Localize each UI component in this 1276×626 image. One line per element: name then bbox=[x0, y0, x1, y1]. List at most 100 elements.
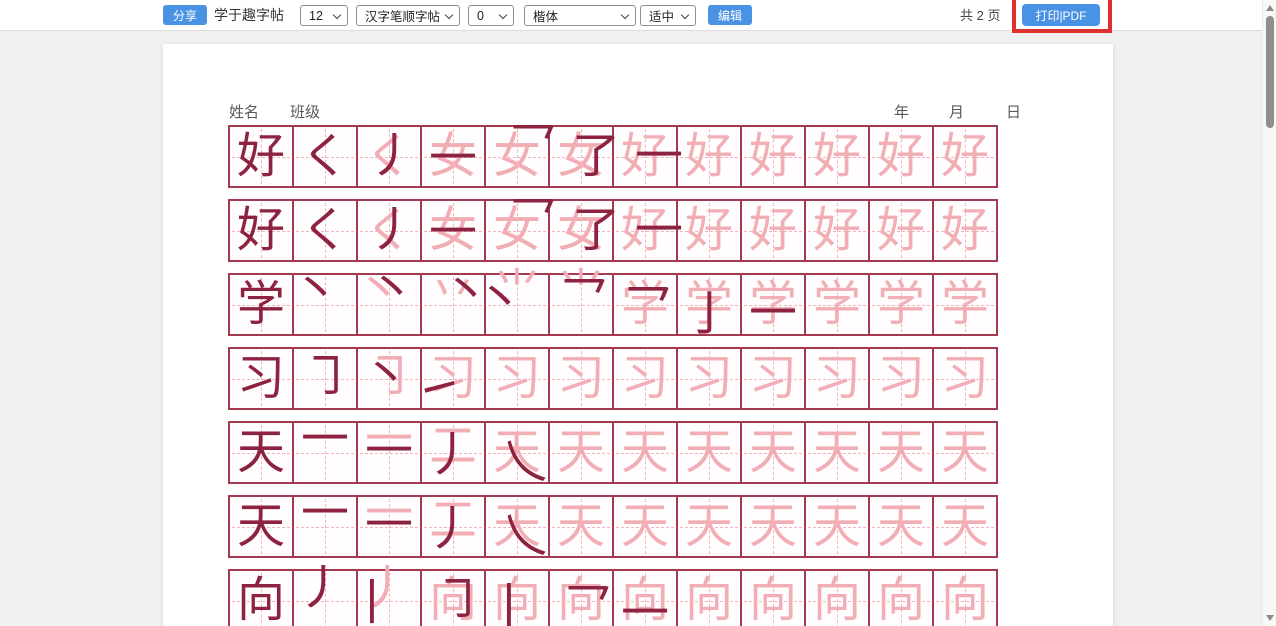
scroll-thumb[interactable] bbox=[1266, 16, 1274, 128]
grid-cell: 天 bbox=[933, 496, 997, 557]
model-stroke: 丶 bbox=[368, 266, 416, 314]
grid-cell: 天 bbox=[741, 496, 805, 557]
grid-row: 向丿丿丨向㇆向丨向乛向一向向向向向 bbox=[228, 569, 998, 626]
font-select[interactable]: 楷体 bbox=[524, 5, 636, 26]
trace-stroke: 习 bbox=[621, 355, 669, 403]
chars-per-row-select[interactable]: 12 bbox=[300, 5, 348, 26]
grid-cell: 向㇆ bbox=[421, 570, 485, 626]
model-stroke: 乛 bbox=[564, 584, 612, 626]
chevron-down-icon bbox=[621, 11, 629, 19]
grid-cell: 向 bbox=[677, 570, 741, 626]
grid-cell: 好 bbox=[869, 200, 933, 261]
grid-cell: 女乛 bbox=[485, 126, 549, 187]
model-stroke: 向 bbox=[237, 577, 285, 625]
trace-stroke: 天 bbox=[749, 429, 797, 477]
scroll-up-icon[interactable] bbox=[1266, 5, 1274, 11]
grid-cell: 习 bbox=[869, 348, 933, 409]
grid-cell: 好 bbox=[933, 200, 997, 261]
grid-cell: 天 bbox=[869, 496, 933, 557]
grid-row: 好くく丿女一女乛女了好一好好好好好 bbox=[228, 125, 998, 188]
grid-cell: 女一 bbox=[421, 126, 485, 187]
model-stroke: 一 bbox=[621, 590, 669, 626]
grid-cell: 习 bbox=[613, 348, 677, 409]
model-stroke: 丶 bbox=[476, 276, 524, 324]
grid-cell: 习 bbox=[805, 348, 869, 409]
trace-stroke: 学 bbox=[813, 281, 861, 329]
grid-cell: 学 bbox=[229, 274, 293, 335]
trace-stroke: 天 bbox=[813, 429, 861, 477]
grid-cell: 向 bbox=[741, 570, 805, 626]
font-value: 楷体 bbox=[533, 6, 558, 25]
model-stroke: 一 bbox=[301, 416, 349, 464]
trace-stroke: 习 bbox=[813, 355, 861, 403]
grid-row: 习㇆㇆丶习㇀习习习习习习习习 bbox=[228, 347, 998, 410]
grid-cell: 向一 bbox=[613, 570, 677, 626]
chevron-down-icon bbox=[681, 11, 689, 19]
model-stroke: 丨 bbox=[485, 584, 533, 626]
trace-stroke: 天 bbox=[941, 503, 989, 551]
grid-cell: 好 bbox=[677, 126, 741, 187]
model-stroke: 丶 bbox=[292, 267, 340, 315]
model-stroke: く bbox=[301, 207, 349, 255]
grid-cell: 二丿 bbox=[421, 496, 485, 557]
print-pdf-button[interactable]: 打印|PDF bbox=[1022, 4, 1100, 26]
grid-cell: 女了 bbox=[549, 200, 613, 261]
model-stroke: 天 bbox=[237, 503, 285, 551]
month-label: 月 bbox=[949, 101, 964, 122]
grid-cell: 天 bbox=[613, 422, 677, 483]
grid-cell: 天 bbox=[677, 496, 741, 557]
grid-cell: 学 bbox=[869, 274, 933, 335]
grid-cell: 天 bbox=[805, 496, 869, 557]
grid-cell: 天 bbox=[229, 496, 293, 557]
grid-cell: 女乛 bbox=[485, 200, 549, 261]
scrollbar[interactable] bbox=[1262, 0, 1276, 626]
grid-cell: 二丿 bbox=[421, 422, 485, 483]
scroll-down-icon[interactable] bbox=[1266, 615, 1274, 621]
grid-cell: 女一 bbox=[421, 200, 485, 261]
grid-cell: 习 bbox=[485, 348, 549, 409]
grid-cell: 好 bbox=[933, 126, 997, 187]
trace-stroke: 好 bbox=[877, 207, 925, 255]
model-stroke: 一 bbox=[635, 133, 683, 181]
blank-count-select[interactable]: 0 bbox=[468, 5, 514, 26]
grid-cell: 天 bbox=[549, 422, 613, 483]
trace-stroke: 习 bbox=[749, 355, 797, 403]
model-stroke: 一 bbox=[429, 209, 477, 257]
model-stroke: 了 bbox=[572, 207, 620, 255]
grid-cell: 好 bbox=[805, 200, 869, 261]
trace-stroke: 向 bbox=[749, 577, 797, 625]
grid-cell: 天 bbox=[677, 422, 741, 483]
grid-cell: 习 bbox=[677, 348, 741, 409]
trace-stroke: 天 bbox=[557, 429, 605, 477]
grid-cell: 学 bbox=[805, 274, 869, 335]
chars-per-row-value: 12 bbox=[309, 9, 323, 23]
trace-stroke: 习 bbox=[493, 355, 541, 403]
model-stroke: 天 bbox=[237, 429, 285, 477]
practice-sheet: 姓名 班级 年 月 日 好くく丿女一女乛女了好一好好好好好好くく丿女一女乛女了好… bbox=[163, 44, 1113, 626]
grid-cell: 学亅 bbox=[677, 274, 741, 335]
grid-row: 好くく丿女一女乛女了好一好好好好好 bbox=[228, 199, 998, 262]
sheet-type-select[interactable]: 汉字笔顺字帖 bbox=[356, 5, 460, 26]
grid-cell: 好 bbox=[741, 126, 805, 187]
grid-cell: 好 bbox=[741, 200, 805, 261]
trace-stroke: 学 bbox=[877, 281, 925, 329]
grid-cell: 向 bbox=[805, 570, 869, 626]
grid-row: 学丶丶丶丷丶⺌丶⺌乛学乛学亅学一学学学 bbox=[228, 273, 998, 336]
trace-stroke: 向 bbox=[877, 577, 925, 625]
grid-cell: 一 bbox=[293, 422, 357, 483]
share-button[interactable]: 分享 bbox=[163, 5, 207, 25]
trace-stroke: 向 bbox=[941, 577, 989, 625]
model-stroke: ㇆ bbox=[303, 353, 351, 401]
model-stroke: 丶 bbox=[362, 352, 410, 400]
grid-cell: 习 bbox=[549, 348, 613, 409]
edit-button[interactable]: 编辑 bbox=[708, 5, 752, 25]
trace-stroke: 好 bbox=[813, 207, 861, 255]
grid-cell: 向乛 bbox=[549, 570, 613, 626]
grid-cell: 天 bbox=[869, 422, 933, 483]
chevron-down-icon bbox=[499, 11, 507, 19]
model-stroke: 学 bbox=[237, 281, 285, 329]
size-select[interactable]: 适中 bbox=[640, 5, 696, 26]
year-label: 年 bbox=[894, 101, 909, 122]
trace-stroke: 学 bbox=[941, 281, 989, 329]
grid-cell: 向 bbox=[229, 570, 293, 626]
